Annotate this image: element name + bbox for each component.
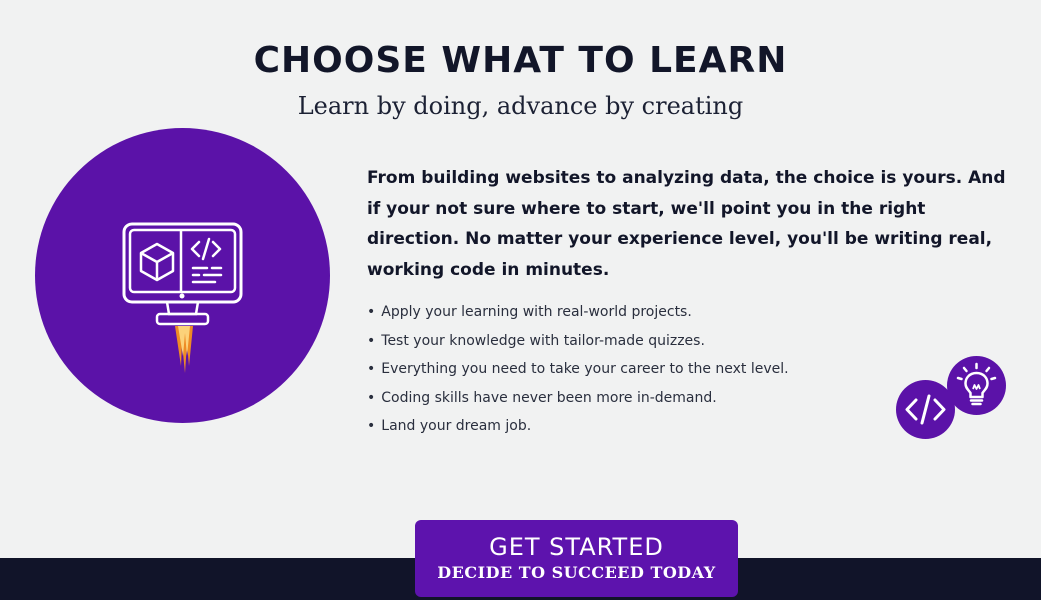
page-title: CHOOSE WHAT TO LEARN [253, 40, 788, 81]
lightbulb-badge [947, 356, 1006, 415]
list-item-text: Land your dream job. [381, 418, 532, 434]
list-item: • Coding skills have never been more in-d… [367, 384, 789, 413]
get-started-label: GET STARTED [489, 533, 664, 561]
list-item: • Test your knowledge with tailor-made qu… [367, 327, 789, 356]
list-item: • Apply your learning with real-world pro… [367, 298, 789, 327]
bullet-marker: • [367, 389, 376, 406]
get-started-sublabel: DECIDE TO SUCCEED TODAY [437, 563, 716, 582]
feature-list: • Apply your learning with real-world pro… [367, 298, 789, 441]
list-item-text: Everything you need to take your career … [381, 361, 789, 377]
list-item-text: Test your knowledge with tailor-made qui… [381, 332, 705, 349]
list-item-text: Coding skills have never been more in-de… [381, 389, 717, 406]
hero-illustration [35, 128, 330, 423]
list-item: • Everything you need to take your career… [367, 355, 789, 384]
list-item: • Land your dream job. [367, 412, 789, 441]
intro-paragraph: From building websites to analyzing data… [367, 168, 1006, 280]
bullet-marker: • [367, 332, 376, 349]
get-started-button[interactable]: GET STARTED DECIDE TO SUCCEED TODAY [415, 520, 738, 597]
page-subtitle: Learn by doing, advance by creating [297, 92, 744, 120]
rocket-computer-icon [122, 222, 243, 373]
bullet-marker: • [367, 304, 376, 320]
page: CHOOSE WHAT TO LEARN Learn by doing, adv… [0, 0, 1041, 600]
lightbulb-icon [956, 362, 997, 406]
bullet-marker: • [367, 418, 376, 434]
bullet-marker: • [367, 361, 376, 377]
list-item-text: Apply your learning with real-world proj… [381, 304, 692, 320]
